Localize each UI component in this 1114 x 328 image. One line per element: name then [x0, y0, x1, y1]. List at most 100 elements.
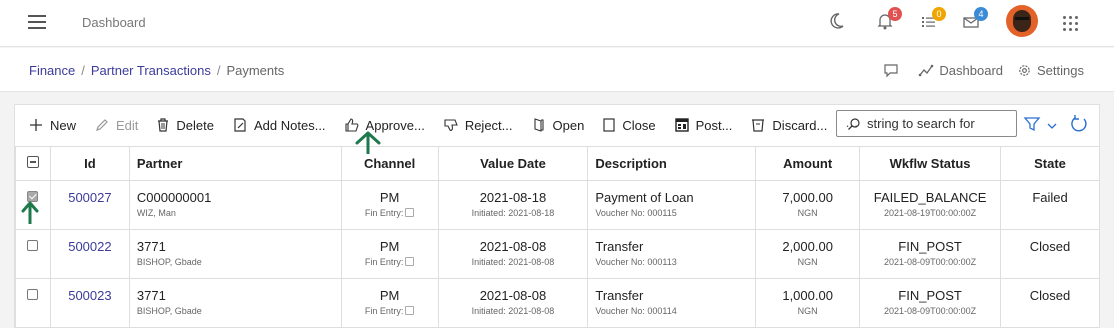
bell-icon[interactable]: 5	[876, 7, 902, 35]
row-description: Transfer	[595, 288, 644, 303]
moon-icon[interactable]	[830, 11, 854, 35]
discard-button[interactable]: Discard...	[750, 117, 827, 133]
settings-link[interactable]: Settings	[1017, 63, 1084, 78]
filter-icon[interactable]	[1023, 115, 1041, 138]
row-amount: 2,000.00	[782, 239, 833, 254]
task-list-icon[interactable]: 0	[920, 7, 946, 35]
fin-entry-checkbox[interactable]	[405, 306, 415, 315]
post-button[interactable]: Post...	[674, 117, 732, 133]
refresh-icon[interactable]	[1069, 114, 1089, 139]
edit-button[interactable]: Edit	[94, 117, 138, 133]
row-partner: C000000001	[136, 190, 212, 205]
add-notes-button[interactable]: Add Notes...	[232, 117, 326, 133]
row-state: Closed	[1000, 278, 1100, 328]
row-amount: 7,000.00	[782, 190, 833, 205]
row-description: Transfer	[595, 239, 644, 254]
row-wkflw-date: 2021-08-19T00:00:00Z	[884, 208, 977, 218]
delete-button[interactable]: Delete	[156, 117, 214, 133]
notification-badge: 5	[888, 7, 902, 21]
table-row[interactable]: 500022 3771 BISHOP, Gbade PM Fin Entry: 2021-…	[15, 229, 1100, 279]
avatar[interactable]	[1006, 5, 1038, 37]
close-button[interactable]: Close	[602, 117, 656, 133]
row-value-date: 2021-08-18	[479, 190, 547, 205]
closed-door-icon	[603, 118, 615, 132]
row-fin-entry-label: Fin Entry:	[364, 208, 404, 218]
row-wkflw-status: FAILED_BALANCE	[873, 190, 987, 205]
row-checkbox[interactable]	[15, 278, 51, 328]
row-currency: NGN	[797, 257, 818, 267]
open-door-icon	[533, 118, 544, 132]
select-all-checkbox[interactable]	[15, 146, 51, 181]
envelope-icon[interactable]: 4	[962, 7, 988, 35]
search-icon	[848, 117, 860, 130]
payments-table: Id Partner Channel Value Date Descriptio…	[15, 146, 1100, 328]
search-placeholder: string to search for	[867, 116, 975, 131]
new-button[interactable]: New	[28, 117, 76, 133]
column-header-state[interactable]: State	[1000, 146, 1100, 181]
chevron-down-icon[interactable]	[1046, 118, 1058, 136]
apps-grid-icon[interactable]	[1063, 16, 1079, 32]
row-amount: 1,000.00	[782, 288, 833, 303]
row-state: Closed	[1000, 229, 1100, 279]
breadcrumb-bar: Finance / Partner Transactions / Payments Da…	[0, 48, 1114, 92]
message-badge: 4	[974, 7, 988, 21]
row-channel: PM	[379, 239, 400, 254]
row-partner-name: BISHOP, Gbade	[136, 257, 202, 267]
row-wkflw-date: 2021-08-09T00:00:00Z	[884, 257, 977, 267]
comment-button[interactable]	[883, 62, 904, 78]
row-initiated: Initiated: 2021-08-08	[471, 257, 555, 267]
column-header-amount[interactable]: Amount	[755, 146, 861, 181]
annotation-arrow-up-icon	[355, 131, 381, 154]
row-channel: PM	[379, 288, 400, 303]
fin-entry-checkbox[interactable]	[405, 208, 415, 217]
fin-entry-checkbox[interactable]	[405, 257, 415, 266]
row-partner-name: WIZ, Man	[136, 208, 176, 218]
table-row[interactable]: 500023 3771 BISHOP, Gbade PM Fin Entry: 2021-…	[15, 278, 1100, 328]
row-id-link[interactable]: 500023	[68, 288, 111, 303]
table-header-row: Id Partner Channel Value Date Descriptio…	[15, 146, 1100, 181]
row-voucher: Voucher No: 000115	[595, 208, 677, 218]
menu-icon[interactable]	[28, 15, 46, 29]
row-currency: NGN	[797, 208, 818, 218]
gear-icon	[1019, 64, 1030, 76]
trash-icon	[158, 118, 169, 132]
row-voucher: Voucher No: 000113	[595, 257, 677, 267]
search-input[interactable]: string to search for	[836, 110, 1017, 137]
row-id-link[interactable]: 500027	[68, 190, 111, 205]
top-bar: Dashboard 5 0 4	[0, 0, 1114, 47]
row-wkflw-status: FIN_POST	[898, 239, 962, 254]
row-wkflw-date: 2021-08-09T00:00:00Z	[884, 306, 977, 316]
row-fin-entry-label: Fin Entry:	[364, 257, 404, 267]
row-partner-name: BISHOP, Gbade	[136, 306, 202, 316]
column-header-partner[interactable]: Partner	[128, 146, 342, 181]
table-row[interactable]: 500027 C000000001 WIZ, Man PM Fin Entry: 2021…	[15, 180, 1100, 230]
note-icon	[234, 118, 246, 132]
reject-button[interactable]: Reject...	[443, 117, 513, 133]
bin-icon	[752, 119, 765, 132]
breadcrumb-finance[interactable]: Finance	[29, 63, 75, 78]
row-description: Payment of Loan	[595, 190, 694, 205]
annotation-arrow-up-icon	[21, 201, 39, 224]
breadcrumb-partner-transactions[interactable]: Partner Transactions	[91, 63, 211, 78]
ledger-icon	[674, 118, 689, 132]
row-voucher: Voucher No: 000114	[595, 306, 677, 316]
column-header-id[interactable]: Id	[49, 146, 130, 181]
column-header-description[interactable]: Description	[587, 146, 757, 181]
task-badge: 0	[932, 7, 946, 21]
row-checkbox[interactable]	[15, 229, 51, 279]
payments-panel: New Edit Delete Add Notes... Approve... …	[14, 104, 1100, 328]
row-initiated: Initiated: 2021-08-08	[471, 306, 555, 316]
row-initiated: Initiated: 2021-08-18	[471, 208, 555, 218]
row-currency: NGN	[797, 306, 818, 316]
row-wkflw-status: FIN_POST	[898, 288, 962, 303]
column-header-value-date[interactable]: Value Date	[437, 146, 589, 181]
row-id-link[interactable]: 500022	[68, 239, 111, 254]
row-value-date: 2021-08-08	[479, 288, 547, 303]
breadcrumb: Finance / Partner Transactions / Payments	[29, 63, 285, 78]
row-channel: PM	[379, 190, 400, 205]
dashboard-link[interactable]: Dashboard	[918, 62, 1003, 78]
row-partner: 3771	[136, 288, 166, 303]
app-title: Dashboard	[82, 15, 146, 30]
open-button[interactable]: Open	[531, 117, 584, 133]
column-header-wkflw-status[interactable]: Wkflw Status	[859, 146, 1002, 181]
